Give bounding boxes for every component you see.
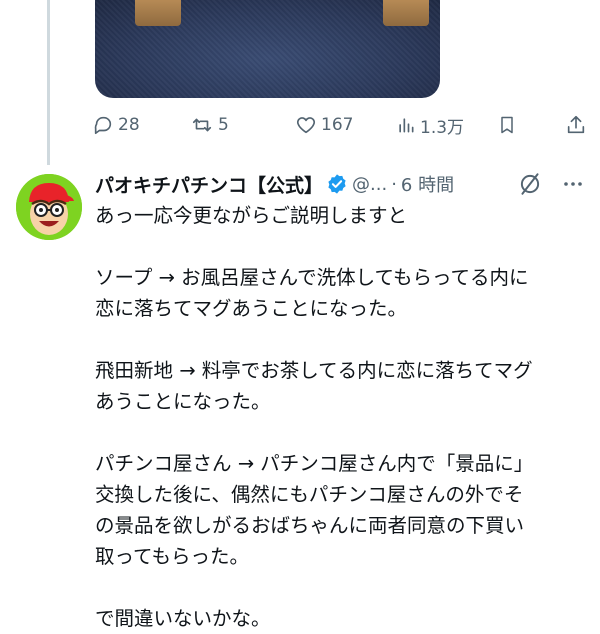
tweet-line: パチンコ屋さん → パチンコ屋さん内で「景品に」	[95, 452, 534, 475]
tweet-line: 恋に落ちてマグあうことになった。	[95, 297, 408, 320]
avatar-character-icon	[16, 174, 82, 240]
tweet-line: で間違いないかな。	[95, 607, 271, 630]
like-button[interactable]: 167	[295, 110, 353, 140]
tweet-line: あっ一応今更ながらご説明しますと	[95, 204, 408, 227]
author-handle[interactable]: @...	[352, 174, 387, 195]
tweet-line: の景品を欲しがるおばちゃんに両者同意の下買い	[95, 514, 525, 537]
verified-badge-icon	[328, 174, 346, 194]
thread-connector-line	[47, 0, 50, 165]
author-name[interactable]: パオキチパチンコ【公式】	[95, 171, 323, 198]
tweet-line: ソープ → お風呂屋さんで洗体してもらってる内に	[95, 266, 529, 289]
tweet-line: 取ってもらった。	[95, 545, 250, 568]
retweet-button[interactable]: 5	[190, 110, 229, 140]
tweet-timestamp[interactable]: 6 時間	[401, 171, 454, 197]
reply-icon	[94, 116, 112, 135]
heart-icon	[296, 117, 316, 134]
action-bar: 28 5 167 1.3万	[92, 110, 592, 140]
grok-icon[interactable]	[517, 171, 543, 197]
tweet-line: 交換した後に、偶然にもパチンコ屋さんの外でそ	[95, 483, 524, 506]
like-count: 167	[321, 115, 354, 135]
more-options-icon[interactable]	[561, 172, 585, 196]
reply-button[interactable]: 28	[92, 110, 140, 140]
views-chart-icon	[399, 118, 414, 133]
tweet-line: 飛田新地 → 料亭でお茶してる内に恋に落ちてマグ	[95, 359, 533, 382]
bookmark-icon	[501, 116, 513, 134]
header-separator: ·	[391, 173, 397, 195]
tweet-text: あっ一応今更ながらご説明しますと ソープ → お風呂屋さんで洗体してもらってる内…	[95, 200, 585, 634]
video-object-left	[135, 0, 181, 26]
views-count: 1.3万	[420, 117, 465, 138]
views-button[interactable]: 1.3万	[396, 110, 464, 140]
video-object-right	[383, 0, 429, 26]
share-icon	[567, 115, 585, 134]
retweet-icon	[192, 118, 212, 132]
bookmark-button[interactable]	[497, 110, 517, 140]
share-button[interactable]	[565, 110, 587, 140]
avatar[interactable]	[16, 174, 82, 240]
tweet-header: パオキチパチンコ【公式】 @... · 6 時間	[95, 170, 595, 198]
video-thumbnail[interactable]	[95, 0, 440, 98]
reply-count: 28	[118, 115, 140, 135]
retweet-count: 5	[218, 115, 229, 135]
tweet-line: あうことになった。	[95, 390, 271, 413]
